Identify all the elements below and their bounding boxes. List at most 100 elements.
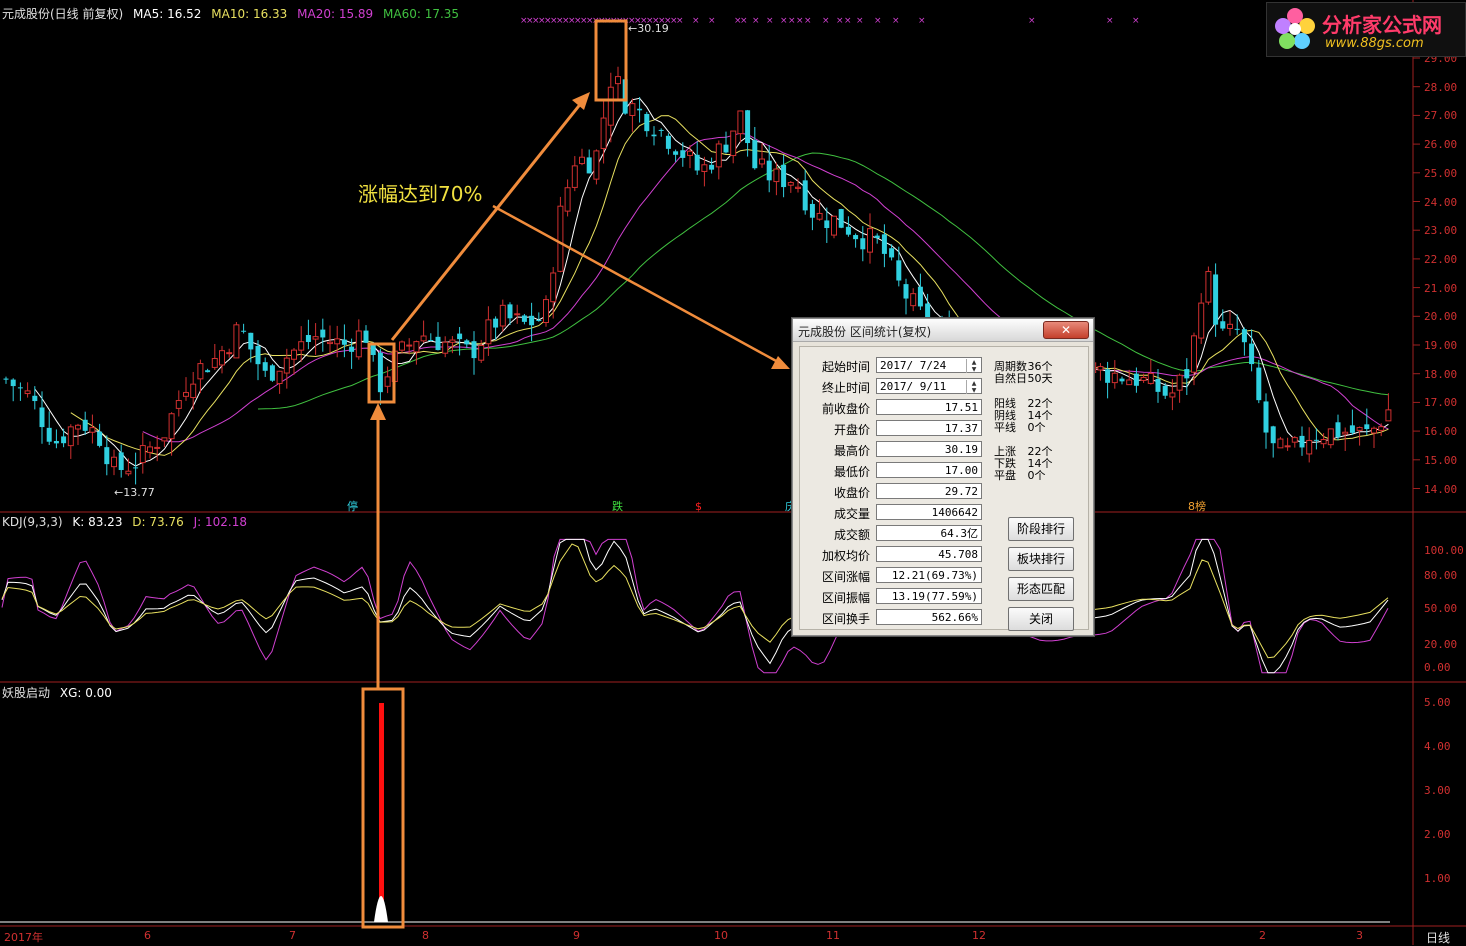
candle[interactable] xyxy=(831,215,837,239)
kdj-k: K: 83.23 xyxy=(72,515,123,529)
xg-tick: 5.00 xyxy=(1424,696,1451,709)
field-label: 开盘价 xyxy=(833,423,870,437)
field-value: 45.708 xyxy=(876,546,982,562)
candle[interactable] xyxy=(1205,266,1212,305)
price-tick: 20.00 xyxy=(1424,310,1458,324)
x-mark: × xyxy=(740,16,748,26)
annotation-text: 涨幅达到70% xyxy=(358,182,483,206)
stat-even: 平盘 0个 xyxy=(994,467,1046,483)
kdj-tick: 80.00 xyxy=(1424,569,1458,582)
field-label: 加权均价 xyxy=(821,549,870,563)
kdj-j: J: 102.18 xyxy=(193,515,247,529)
price-tick: 23.00 xyxy=(1424,224,1458,238)
dialog-titlebar[interactable]: 元成股份 区间统计(复权) ✕ xyxy=(793,319,1093,342)
field-amplitude: 区间振幅 13.19(77.59%) xyxy=(800,588,990,606)
date-tick: 8 xyxy=(422,929,429,942)
event-label-halt[interactable]: 停 xyxy=(347,498,358,514)
field-label: 收盘价 xyxy=(833,486,870,500)
date-tick: 7 xyxy=(289,929,296,942)
kdj-tick: 0.00 xyxy=(1424,661,1451,674)
candle[interactable] xyxy=(593,149,600,185)
field-value: 64.3亿 xyxy=(876,525,982,541)
xg-title: 妖股启动 xyxy=(2,686,51,700)
x-mark: × xyxy=(836,16,844,26)
xg-tick: 2.00 xyxy=(1424,828,1451,841)
x-mark: × xyxy=(822,16,830,26)
field-label: 最高价 xyxy=(833,444,870,458)
field-value: 562.66% xyxy=(876,609,982,625)
dialog-body: 起始时间 2017/ 7/24 ▲ ▼ 终止时间 2017/ 9/11 ▲ ▼ 前收盘价 17… xyxy=(799,346,1089,631)
candle[interactable] xyxy=(233,321,240,359)
field-value: 30.19 xyxy=(876,441,982,457)
stock-chart[interactable]: ××××××××××××××××××××××××××× × × ×× × × × × × × × × ×… xyxy=(0,0,1466,945)
field-value: 1406642 xyxy=(876,504,982,520)
stat-label: 自然日 xyxy=(994,372,1027,385)
candle[interactable] xyxy=(543,295,549,327)
x-mark: × xyxy=(874,16,882,26)
stat-label: 平线 xyxy=(994,421,1016,434)
logo-name: 分析家公式网 xyxy=(1322,13,1442,37)
period-label[interactable]: 日线 xyxy=(1426,929,1450,946)
field-turnover: 区间换手 562.66% xyxy=(800,609,990,627)
high-value: 30.19 xyxy=(637,22,669,35)
ma5-label: MA5: 16.52 xyxy=(133,7,202,21)
candle[interactable] xyxy=(1277,436,1284,449)
stat-label: 平盘 xyxy=(994,469,1016,482)
ma10-label: MA10: 16.33 xyxy=(211,7,288,21)
kdj-tick: 50.00 xyxy=(1424,602,1458,615)
ma60-label: MA60: 17.35 xyxy=(383,7,460,21)
chart-title: 元成股份(日线 前复权) xyxy=(2,7,124,21)
x-mark: × xyxy=(766,16,774,26)
logo-url: www.88gs.com xyxy=(1325,36,1424,51)
date-tick: 10 xyxy=(714,929,728,942)
stage-rank-button[interactable]: 阶段排行 xyxy=(1008,517,1074,541)
high-marker: ←30.19 xyxy=(628,22,669,35)
main-header: 元成股份(日线 前复权) MA5: 16.52 MA10: 16.33 MA20… xyxy=(2,5,465,22)
x-mark: × xyxy=(676,16,684,26)
xg-tick: 4.00 xyxy=(1424,740,1451,753)
flower-logo-icon xyxy=(1275,8,1315,49)
spin-icon[interactable]: ▲ ▼ xyxy=(966,380,981,394)
x-mark: × xyxy=(918,16,926,26)
field-label: 区间振幅 xyxy=(821,591,870,605)
candle[interactable] xyxy=(838,208,844,229)
event-label-rank[interactable]: 8榜 xyxy=(1188,498,1206,514)
xg-value: XG: 0.00 xyxy=(59,686,112,700)
site-logo: 分析家公式网 www.88gs.com xyxy=(1266,2,1466,57)
x-mark: × xyxy=(752,16,760,26)
price-tick: 17.00 xyxy=(1424,396,1458,410)
field-prev-close: 前收盘价 17.51 xyxy=(800,399,990,417)
x-mark: × xyxy=(856,16,864,26)
candle[interactable] xyxy=(269,363,275,382)
field-amount: 成交额 64.3亿 xyxy=(800,525,990,543)
event-label-money[interactable]: $ xyxy=(695,500,702,513)
x-mark: × xyxy=(788,16,796,26)
dialog-title: 元成股份 区间统计(复权) xyxy=(798,325,932,339)
price-tick: 14.00 xyxy=(1424,482,1458,496)
field-label: 前收盘价 xyxy=(821,402,870,416)
spin-icon[interactable]: ▲ ▼ xyxy=(966,359,981,373)
event-text: 跌 xyxy=(612,500,623,513)
field-avg-price: 加权均价 45.708 xyxy=(800,546,990,564)
pattern-match-button[interactable]: 形态匹配 xyxy=(1008,577,1074,601)
event-text: 8榜 xyxy=(1188,500,1206,513)
field-high: 最高价 30.19 xyxy=(800,441,990,459)
interval-stats-dialog[interactable]: 元成股份 区间统计(复权) ✕ 起始时间 2017/ 7/24 ▲ ▼ 终止时间 201… xyxy=(792,318,1094,636)
close-button[interactable]: 关闭 xyxy=(1008,607,1074,631)
event-text: 停 xyxy=(347,500,358,513)
field-label: 终止时间 xyxy=(821,381,870,395)
price-tick: 25.00 xyxy=(1424,166,1458,180)
kdj-header: KDJ(9,3,3) K: 83.23 D: 73.76 J: 102.18 xyxy=(2,515,253,529)
x-mark: × xyxy=(692,16,700,26)
xg-signal-bar xyxy=(379,703,384,922)
price-tick: 27.00 xyxy=(1424,109,1458,123)
sector-rank-button[interactable]: 板块排行 xyxy=(1008,547,1074,571)
kdj-tick: 100.00 xyxy=(1424,544,1464,557)
kdj-title: KDJ(9,3,3) xyxy=(2,515,63,529)
price-tick: 22.00 xyxy=(1424,252,1458,266)
field-label: 成交量 xyxy=(833,507,870,521)
close-icon[interactable]: ✕ xyxy=(1043,321,1089,339)
date-tick: 2 xyxy=(1259,929,1266,942)
candle[interactable] xyxy=(557,196,564,273)
event-label-drop[interactable]: 跌 xyxy=(612,498,623,514)
